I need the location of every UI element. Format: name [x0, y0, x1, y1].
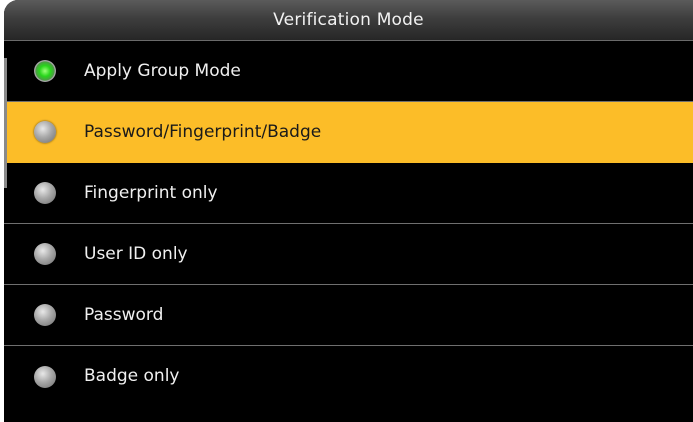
- verification-mode-screen: Verification Mode Apply Group Mode Passw…: [4, 0, 693, 422]
- option-apply-group-mode[interactable]: Apply Group Mode: [4, 41, 693, 102]
- radio-checked-icon: [34, 60, 56, 82]
- option-label: Apply Group Mode: [84, 61, 241, 81]
- option-password-fingerprint-badge[interactable]: Password/Fingerprint/Badge: [4, 102, 693, 163]
- radio-unchecked-icon: [34, 365, 56, 388]
- radio-unchecked-icon: [34, 182, 56, 204]
- option-label: Badge only: [84, 366, 180, 386]
- scrollbar[interactable]: [4, 58, 7, 188]
- page-title: Verification Mode: [4, 0, 693, 41]
- verification-mode-list: Apply Group Mode Password/Fingerprint/Ba…: [4, 41, 693, 407]
- radio-unchecked-icon: [34, 304, 56, 326]
- radio-unchecked-icon: [34, 121, 56, 143]
- option-password[interactable]: Password: [4, 285, 693, 346]
- option-label: Fingerprint only: [84, 183, 218, 203]
- option-label: User ID only: [84, 244, 188, 264]
- option-user-id-only[interactable]: User ID only: [4, 224, 693, 285]
- radio-unchecked-icon: [34, 243, 56, 265]
- option-badge-only[interactable]: Badge only: [4, 346, 693, 407]
- option-fingerprint-only[interactable]: Fingerprint only: [4, 163, 693, 224]
- option-label: Password/Fingerprint/Badge: [84, 122, 322, 142]
- option-label: Password: [84, 305, 164, 325]
- scrollbar-thumb[interactable]: [4, 58, 7, 188]
